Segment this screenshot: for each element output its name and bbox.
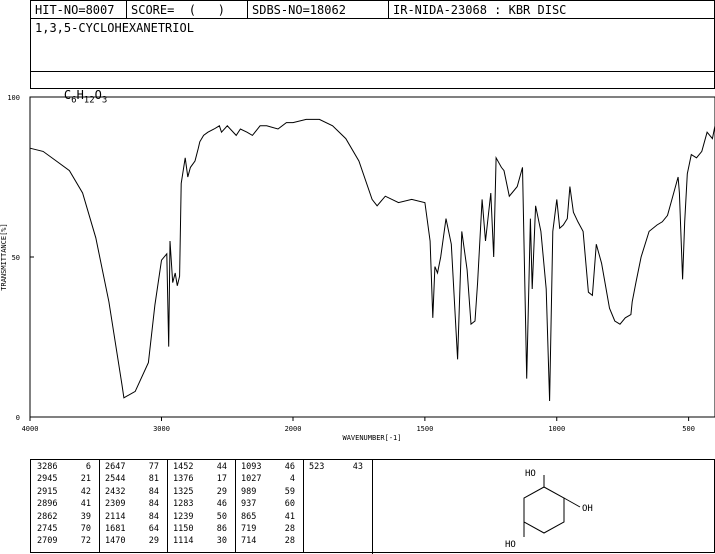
peak-transmittance: 28 xyxy=(284,536,295,547)
peak-transmittance: 81 xyxy=(148,474,159,485)
peak-transmittance: 46 xyxy=(284,462,295,472)
peak-wavenumber: 2915 xyxy=(37,486,58,497)
peak-transmittance: 77 xyxy=(148,462,159,472)
peak-column-divider xyxy=(167,460,168,552)
peak-transmittance: 4 xyxy=(289,474,295,485)
peak-wavenumber: 937 xyxy=(241,499,257,510)
peak-wavenumber: 1452 xyxy=(173,462,194,472)
peak-wavenumber: 2945 xyxy=(37,474,58,485)
spectrum-line xyxy=(29,118,715,402)
ir-spectrum-chart: 100500 4000 3000 2000 1500 1000 500 WAVENUMBE… xyxy=(0,94,715,442)
peak-wavenumber: 1093 xyxy=(241,462,262,472)
peak-column-divider xyxy=(303,460,304,552)
x-tick-label: 1000 xyxy=(548,425,565,433)
peak-transmittance: 70 xyxy=(80,524,91,534)
peak-table-box: 3286 6 2945 21 2915 42 2896 41 2862 39 2745 70 2709 7… xyxy=(30,459,715,554)
peak-transmittance: 21 xyxy=(80,474,91,485)
peak-transmittance: 84 xyxy=(148,486,159,497)
peak-transmittance: 86 xyxy=(216,524,227,534)
peak-wavenumber: 1470 xyxy=(105,536,126,547)
peak-transmittance: 84 xyxy=(148,499,159,510)
peak-wavenumber: 1027 xyxy=(241,474,262,485)
x-axis-ticks: 4000 3000 2000 1500 1000 500 xyxy=(22,417,695,433)
peak-transmittance: 41 xyxy=(284,511,295,522)
y-tick-label: 100 xyxy=(7,94,20,102)
x-tick-label: 4000 xyxy=(22,425,39,433)
y-axis-label: TRANSMITTANCE[%] xyxy=(0,223,8,290)
peak-wavenumber: 2709 xyxy=(37,536,58,547)
peak-transmittance: 44 xyxy=(216,462,227,472)
peak-transmittance: 50 xyxy=(216,511,227,522)
peak-wavenumber: 2745 xyxy=(37,524,58,534)
peak-wavenumber: 1325 xyxy=(173,486,194,497)
peak-wavenumber: 2114 xyxy=(105,511,126,522)
peak-wavenumber: 1150 xyxy=(173,524,194,534)
peak-wavenumber: 1239 xyxy=(173,511,194,522)
peak-wavenumber: 989 xyxy=(241,486,257,497)
peak-wavenumber: 1681 xyxy=(105,524,126,534)
y-tick-label: 0 xyxy=(16,414,20,422)
x-tick-label: 1500 xyxy=(416,425,433,433)
peak-transmittance: 59 xyxy=(284,486,295,497)
peak-transmittance: 39 xyxy=(80,511,91,522)
peak-wavenumber: 2309 xyxy=(105,499,126,510)
peak-wavenumber: 2544 xyxy=(105,474,126,485)
peak-transmittance: 29 xyxy=(216,486,227,497)
peak-wavenumber: 1114 xyxy=(173,536,194,547)
peak-wavenumber: 714 xyxy=(241,536,257,547)
peak-wavenumber: 523 xyxy=(309,462,325,472)
peak-transmittance: 28 xyxy=(284,524,295,534)
peak-wavenumber: 2862 xyxy=(37,511,58,522)
hydroxyl-label-bottom: HO xyxy=(505,540,516,550)
peak-transmittance: 29 xyxy=(148,536,159,547)
peak-wavenumber: 865 xyxy=(241,511,257,522)
x-tick-label: 2000 xyxy=(285,425,302,433)
x-tick-label: 3000 xyxy=(153,425,170,433)
peak-transmittance: 84 xyxy=(148,511,159,522)
peak-wavenumber: 2896 xyxy=(37,499,58,510)
peak-transmittance: 6 xyxy=(85,462,91,472)
peak-transmittance: 43 xyxy=(352,462,363,472)
hydroxyl-label-right: OH xyxy=(582,504,593,514)
peak-wavenumber: 719 xyxy=(241,524,257,534)
peak-transmittance: 72 xyxy=(80,536,91,547)
peak-transmittance: 60 xyxy=(284,499,295,510)
hydroxyl-label-top: HO xyxy=(525,469,536,479)
x-tick-label: 500 xyxy=(682,425,695,433)
peak-transmittance: 42 xyxy=(80,486,91,497)
peak-transmittance: 30 xyxy=(216,536,227,547)
plot-frame xyxy=(29,96,715,418)
x-axis-label: WAVENUMBER[-1] xyxy=(342,434,401,442)
peak-wavenumber: 2647 xyxy=(105,462,126,472)
peak-wavenumber: 3286 xyxy=(37,462,58,472)
peak-wavenumber: 1283 xyxy=(173,499,194,510)
peak-column-divider xyxy=(99,460,100,552)
molecule-structure: HO OH HO xyxy=(505,469,593,550)
y-tick-label: 50 xyxy=(12,254,20,262)
peak-transmittance: 46 xyxy=(216,499,227,510)
peak-wavenumber: 1376 xyxy=(173,474,194,485)
peak-transmittance: 41 xyxy=(80,499,91,510)
peak-transmittance: 17 xyxy=(216,474,227,485)
peak-wavenumber: 2432 xyxy=(105,486,126,497)
peak-column-divider xyxy=(235,460,236,552)
peak-transmittance: 64 xyxy=(148,524,159,534)
